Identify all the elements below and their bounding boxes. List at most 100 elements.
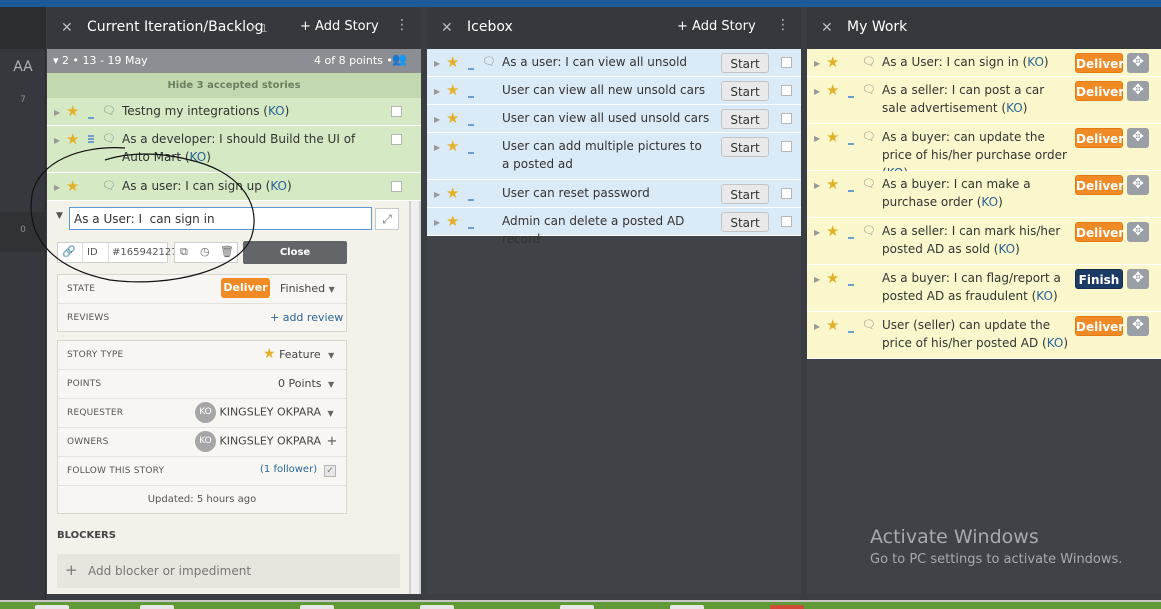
move-icon[interactable]: ✥ [1127,81,1149,101]
iteration-header[interactable]: ▾ 2 • 13 - 19 May 4 of 8 points • 👥 [47,49,421,73]
move-icon[interactable]: ✥ [1127,222,1149,242]
add-story-button[interactable]: + Add Story [677,19,756,34]
taskbar-item[interactable] [35,605,69,609]
move-icon[interactable]: ✥ [1127,269,1149,289]
owners-field[interactable]: KO KINGSLEY OKPARA + [195,431,337,452]
story-row[interactable]: ▶ ★ 🗨 As a buyer: can update the price of h… [807,124,1161,180]
delete-icon[interactable]: 🗑 [220,245,234,258]
story-row[interactable]: ▶ ★ User can view all new unsold cars Start [427,77,801,105]
taskbar-item[interactable] [420,605,454,609]
close-panel-icon[interactable]: ✕ [61,20,73,36]
scrollbar-thumb[interactable] [411,201,419,594]
owner-link[interactable]: KO [268,104,285,118]
start-button[interactable]: Start [721,109,769,129]
expand-icon[interactable]: ▶ [434,59,440,68]
story-row[interactable]: ▶ ★ 🗨 As a developer: I should Build the… [47,126,421,173]
story-row[interactable]: ▶ ★ 🗨 As a seller: I can mark his/her poste… [807,218,1161,265]
deliver-button[interactable]: Deliver [1075,81,1124,101]
expand-icon[interactable]: ▶ [814,228,820,237]
close-panel-icon[interactable]: ✕ [821,20,833,36]
owner-link[interactable]: KO [270,179,287,193]
story-row[interactable]: ▶ ★ Admin can delete a posted AD record Sta… [427,208,801,246]
start-button[interactable]: Start [721,81,769,101]
finish-button[interactable]: Finish [1075,269,1123,289]
taskbar-item[interactable] [770,605,804,609]
add-story-button[interactable]: + Add Story [300,19,379,34]
move-icon[interactable]: ✥ [1127,53,1149,73]
expand-icon[interactable]: ▶ [54,108,60,117]
select-checkbox[interactable] [391,106,402,117]
deliver-button[interactable]: Deliver [221,278,270,298]
story-row[interactable]: ▶ ★ User can reset password Start [427,180,801,208]
follow-checkbox[interactable]: ✓ [324,465,336,477]
hide-accepted-toggle[interactable]: Hide 3 accepted stories [47,73,421,98]
story-row[interactable]: ▶★🗨As a user: I can view all unsold cars… [427,49,801,87]
points-dropdown[interactable]: 0 Points ▼ [278,377,334,390]
select-checkbox[interactable] [781,216,792,227]
owner-link[interactable]: KO [1036,289,1053,303]
backlog-scrollbar[interactable] [409,201,421,594]
deliver-button[interactable]: Deliver [1075,53,1124,73]
owner-link[interactable]: KO [190,150,207,164]
move-icon[interactable]: ✥ [1127,175,1149,195]
expand-icon[interactable]: ▶ [54,183,60,192]
close-button[interactable]: Close [243,241,347,264]
history-icon[interactable]: ◷ [200,245,210,258]
start-button[interactable]: Start [721,53,769,73]
add-blocker-button[interactable]: + Add blocker or impediment [57,554,400,588]
expand-icon[interactable]: ▶ [434,87,440,96]
requester-dropdown[interactable]: KO KINGSLEY OKPARA ▼ [195,402,334,423]
expand-icon[interactable]: ▶ [54,136,60,145]
story-row[interactable]: ▶ ★ User can view all used unsold cars Star… [427,105,801,133]
story-row[interactable]: ▶ ★ 🗨 As a user: I can sign up (KO) [47,173,421,201]
maximize-icon[interactable]: ⤢ [375,208,399,230]
deliver-button[interactable]: Deliver [1075,222,1124,242]
deliver-button[interactable]: Deliver [1075,128,1124,148]
follower-count[interactable]: (1 follower) [260,464,317,475]
owner-link[interactable]: KO [1006,101,1023,115]
move-icon[interactable]: ✥ [1127,316,1149,336]
expand-icon[interactable]: ▶ [814,181,820,190]
select-checkbox[interactable] [781,188,792,199]
start-button[interactable]: Start [721,184,769,204]
story-row[interactable]: ▶ ★ 🗨 As a buyer: I can make a purchase ord… [807,171,1161,218]
select-checkbox[interactable] [781,57,792,68]
deliver-button[interactable]: Deliver [1075,316,1124,336]
select-checkbox[interactable] [391,181,402,192]
story-title-input[interactable] [69,207,372,230]
select-checkbox[interactable] [391,134,402,145]
more-menu-icon[interactable]: ⋮ [395,17,409,33]
owner-link[interactable]: KO [1027,55,1044,69]
expand-icon[interactable]: ▶ [814,59,820,68]
story-row[interactable]: ▶ ★ User can add multiple pictures to a po… [427,133,801,180]
expand-icon[interactable]: ▶ [814,322,820,331]
add-review-link[interactable]: + add review [270,311,343,324]
select-checkbox[interactable] [781,85,792,96]
expand-icon[interactable]: ▶ [814,134,820,143]
team-icon[interactable]: 👥 [392,52,407,66]
taskbar-item[interactable] [300,605,334,609]
expand-icon[interactable]: ▶ [434,190,440,199]
expand-icon[interactable]: ▶ [814,275,820,284]
select-checkbox[interactable] [781,113,792,124]
expand-icon[interactable]: ▶ [434,143,440,152]
deliver-button[interactable]: Deliver [1075,175,1124,195]
link-icon[interactable]: 🔗 [62,245,76,258]
add-owner-icon[interactable]: + [327,434,338,449]
start-button[interactable]: Start [721,212,769,232]
story-row[interactable]: ▶ ★ 🗨 As a User: I can sign in (KO) Deliver ✥ [807,49,1161,77]
taskbar-item[interactable] [140,605,174,609]
owner-link[interactable]: KO [1047,336,1064,350]
story-row[interactable]: ▶ ★ 🗨 User (seller) can update the price of… [807,312,1161,359]
more-menu-icon[interactable]: ⋮ [776,17,790,33]
story-row[interactable]: ▶ ★ As a buyer: I can flag/report a posted… [807,265,1161,312]
story-row[interactable]: ▶ ★ 🗨 As a seller: I can post a car sale ad… [807,77,1161,124]
start-button[interactable]: Start [721,137,769,157]
expand-icon[interactable]: ▶ [434,218,440,227]
owner-link[interactable]: KO [998,242,1015,256]
story-row[interactable]: ▶ ★ 🗨 Testng my integrations (KO) [47,98,421,126]
select-checkbox[interactable] [781,141,792,152]
taskbar-item[interactable] [670,605,704,609]
state-dropdown[interactable]: Finished ▼ [280,282,335,295]
story-id[interactable]: #165942127 [108,243,181,262]
